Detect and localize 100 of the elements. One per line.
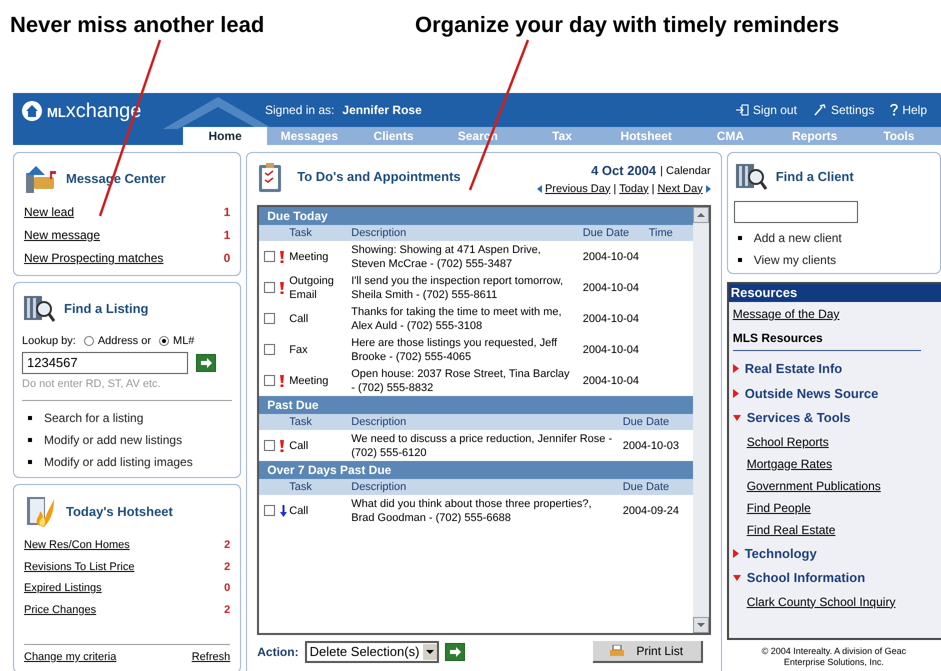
scroll-up-icon[interactable] bbox=[692, 207, 709, 223]
day-link[interactable]: Previous Day bbox=[544, 180, 610, 197]
link[interactable]: View my clients bbox=[754, 251, 836, 269]
bullet-icon bbox=[28, 460, 32, 464]
link[interactable]: New message bbox=[24, 226, 100, 244]
left-triangle-icon bbox=[536, 184, 542, 193]
link[interactable]: Message of the Day bbox=[732, 305, 937, 323]
resource-group[interactable]: Real Estate Info bbox=[744, 359, 842, 378]
radio-option[interactable]: ML# bbox=[159, 333, 194, 350]
resource-group[interactable]: School Information bbox=[746, 568, 866, 588]
hint-text: Do not enter RD, ST, AV etc. bbox=[22, 376, 162, 392]
resource-group[interactable]: Outside News Source bbox=[744, 384, 878, 403]
action-label: Action: bbox=[257, 644, 299, 661]
count: 1 bbox=[224, 204, 230, 221]
panel-title: Find a Client bbox=[776, 168, 854, 186]
link[interactable]: New Prospecting matches bbox=[24, 249, 164, 267]
question-mark-icon bbox=[890, 104, 898, 116]
day-link[interactable]: Next Day bbox=[657, 180, 703, 197]
task-type: Call bbox=[289, 438, 310, 452]
task-type: Meeting bbox=[289, 250, 330, 264]
copyright-text: © 2004 Interealty. A division of Geac bbox=[760, 646, 908, 657]
column-header: Due Date bbox=[622, 480, 670, 495]
date-text: 4 Oct 2004 bbox=[591, 162, 656, 180]
checkbox[interactable] bbox=[264, 505, 276, 516]
client-search-field[interactable] bbox=[734, 201, 858, 223]
scrollbar[interactable] bbox=[692, 207, 709, 633]
scroll-down-icon[interactable] bbox=[692, 617, 709, 633]
print-list-button[interactable]: Print List bbox=[592, 641, 703, 663]
column-header: Due Date bbox=[582, 226, 630, 241]
column-header: Description bbox=[351, 415, 408, 430]
panel-title: To Do's and Appointments bbox=[297, 168, 461, 186]
lookup-label: Lookup by: bbox=[22, 334, 76, 349]
calendar-link[interactable]: | Calendar bbox=[660, 162, 711, 179]
column-header: Description bbox=[351, 480, 408, 495]
radio-button[interactable] bbox=[84, 336, 94, 346]
day-link[interactable]: Today bbox=[619, 180, 649, 197]
count: 2 bbox=[224, 560, 230, 574]
column-header: Description bbox=[351, 226, 408, 241]
section-header: Over 7 Days Past Due bbox=[259, 461, 693, 479]
link[interactable]: Modify or add new listings bbox=[44, 431, 182, 449]
bullet-icon bbox=[28, 416, 32, 420]
checkbox[interactable] bbox=[264, 251, 276, 262]
house-logo-icon bbox=[21, 100, 43, 122]
count: 2 bbox=[224, 538, 230, 553]
task-description: Thanks for taking the time to meet with me, Alex Auld - (702) 555-3108 bbox=[351, 304, 563, 332]
link[interactable]: Change my criteria bbox=[24, 649, 116, 666]
link[interactable]: Government Publications bbox=[746, 476, 937, 494]
task-type: Fax bbox=[289, 342, 309, 356]
due-date: 2004-10-04 bbox=[582, 250, 640, 264]
action-dropdown[interactable]: Delete Selection(s) bbox=[304, 641, 440, 663]
due-date: 2004-10-03 bbox=[622, 438, 680, 452]
link[interactable]: New Res/Con Homes bbox=[24, 537, 130, 554]
mailbox-icon bbox=[24, 163, 58, 195]
task-description: Here are those listings you requested, Jeff Brooke - (702) 555-4065 bbox=[351, 336, 558, 364]
link[interactable]: Clark County School Inquiry bbox=[746, 592, 937, 610]
checkbox[interactable] bbox=[264, 375, 276, 386]
checkbox[interactable] bbox=[264, 344, 276, 355]
section-header: Due Today bbox=[259, 207, 693, 225]
section-header: Past Due bbox=[259, 396, 693, 414]
link[interactable]: Modify or add listing images bbox=[44, 453, 193, 471]
task-description: We need to discuss a price reduction, Jennifer Rose - (702) 555-6120 bbox=[351, 432, 614, 460]
link[interactable]: Add a new client bbox=[754, 229, 842, 247]
header-link[interactable]: Settings bbox=[812, 101, 874, 119]
nav-tab[interactable]: Home bbox=[183, 127, 268, 145]
column-header: Task bbox=[289, 480, 313, 495]
radio-button[interactable] bbox=[159, 336, 170, 346]
link[interactable]: Price Changes bbox=[24, 602, 96, 618]
link[interactable]: School Reports bbox=[746, 432, 937, 450]
checkbox[interactable] bbox=[264, 313, 276, 324]
panel-title: Today's Hotsheet bbox=[66, 503, 173, 522]
link[interactable]: Refresh bbox=[192, 649, 230, 666]
task-description: Open house: 2037 Rose Street, Tina Barclay - (702) 555-8832 bbox=[351, 366, 571, 394]
checkbox[interactable] bbox=[264, 440, 276, 451]
callout-text: Organize your day with timely reminders bbox=[415, 11, 840, 39]
radio-option[interactable]: Address or bbox=[84, 333, 152, 350]
column-header: Task bbox=[289, 226, 313, 241]
resource-group[interactable]: Technology bbox=[744, 544, 817, 563]
header-link[interactable]: Help bbox=[890, 101, 927, 119]
door-arrow-icon bbox=[734, 104, 749, 116]
link[interactable]: New lead bbox=[24, 203, 74, 221]
separator: | bbox=[613, 182, 616, 196]
callout-text: Never miss another lead bbox=[10, 11, 266, 39]
checkbox[interactable] bbox=[264, 282, 276, 293]
task-type: Call bbox=[289, 312, 310, 326]
count: 1 bbox=[224, 227, 230, 244]
link[interactable]: Find Real Estate bbox=[746, 520, 937, 538]
link[interactable]: Find People bbox=[746, 498, 937, 516]
signed-in-label: Signed in as: bbox=[265, 102, 334, 119]
link[interactable]: Search for a listing bbox=[44, 409, 144, 427]
task-type: Meeting bbox=[289, 374, 330, 388]
due-date: 2004-09-24 bbox=[622, 504, 680, 518]
listing-number-field[interactable]: 1234567 bbox=[22, 352, 188, 374]
link[interactable]: Expired Listings bbox=[24, 580, 102, 596]
right-triangle-icon bbox=[706, 184, 711, 193]
header-link[interactable]: Sign out bbox=[734, 101, 797, 119]
resource-group[interactable]: Services & Tools bbox=[746, 408, 851, 428]
link[interactable]: Revisions To List Price bbox=[24, 558, 134, 575]
count: 0 bbox=[224, 581, 230, 596]
link[interactable]: Mortgage Rates bbox=[746, 454, 937, 472]
column-header: Time bbox=[648, 226, 674, 241]
